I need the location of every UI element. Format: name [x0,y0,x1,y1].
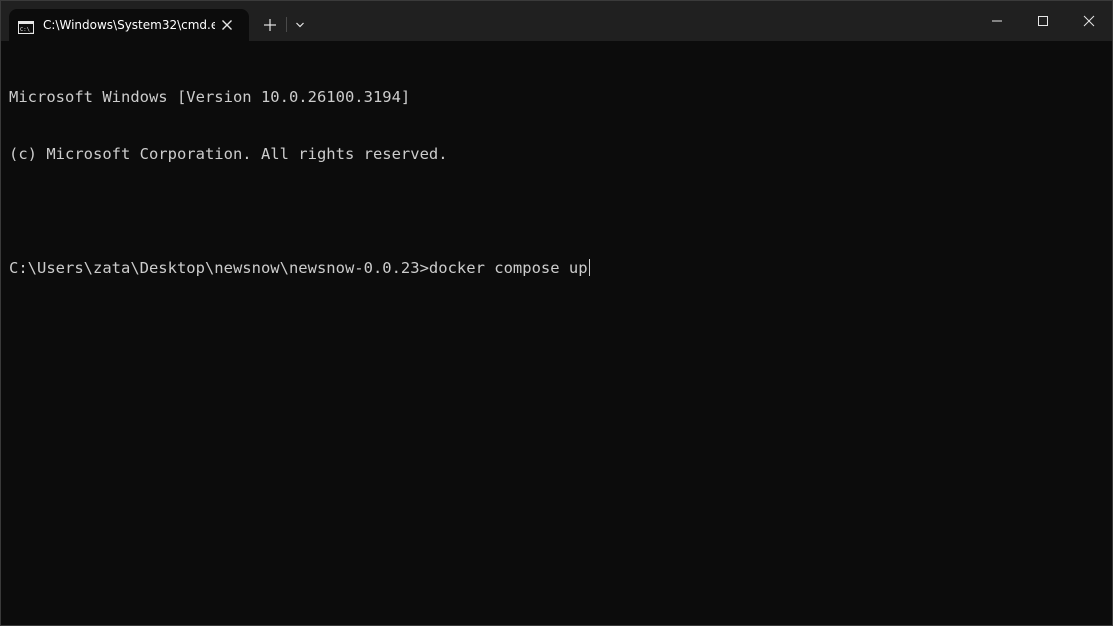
close-icon [1083,15,1095,27]
text-cursor [588,259,590,276]
minimize-icon [992,20,1002,22]
terminal-prompt-line[interactable]: C:\Users\zata\Desktop\newsnow\newsnow-0.… [9,259,1112,278]
profile-dropdown-button[interactable] [291,12,309,38]
window-controls [974,1,1112,41]
title-bar[interactable]: C:\_ C:\Windows\System32\cmd.e [1,1,1112,41]
svg-text:C:\_: C:\_ [20,27,34,33]
plus-icon [264,19,276,31]
terminal-line-version: Microsoft Windows [Version 10.0.26100.31… [9,88,411,106]
terminal-output[interactable]: Microsoft Windows [Version 10.0.26100.31… [1,41,1112,625]
tab-title: C:\Windows\System32\cmd.e [43,18,215,32]
tab-separator [286,17,287,32]
terminal-window: C:\_ C:\Windows\System32\cmd.e Microsoft… [0,0,1113,626]
close-window-button[interactable] [1066,1,1112,41]
maximize-icon [1038,16,1048,26]
tab-cmd[interactable]: C:\_ C:\Windows\System32\cmd.e [9,9,249,41]
minimize-button[interactable] [974,1,1020,41]
cmd-icon: C:\_ [18,19,34,34]
new-tab-button[interactable] [257,12,283,38]
maximize-button[interactable] [1020,1,1066,41]
chevron-down-icon [296,22,304,28]
tab-close-icon[interactable] [219,17,235,33]
terminal-line-copyright: (c) Microsoft Corporation. All rights re… [9,145,448,163]
prompt-command: C:\Users\zata\Desktop\newsnow\newsnow-0.… [9,259,588,277]
